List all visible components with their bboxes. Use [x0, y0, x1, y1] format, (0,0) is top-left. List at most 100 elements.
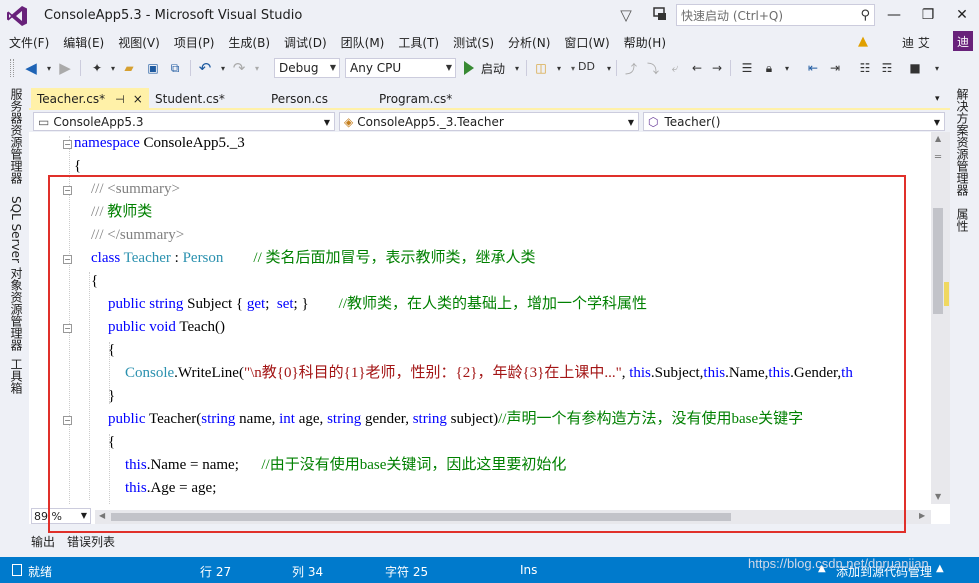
redo-icon[interactable]: ↷ — [230, 59, 248, 77]
menu-debug[interactable]: 调试(D) — [279, 34, 332, 51]
vertical-scrollbar[interactable] — [931, 132, 950, 504]
configuration-value: Debug — [279, 61, 319, 75]
lock-icon[interactable]: 🔒︎ — [760, 59, 778, 77]
tab-person-cs[interactable]: Person.cs — [265, 88, 373, 110]
menu-view[interactable]: 视图(V) — [113, 34, 165, 51]
feedback-icon[interactable] — [646, 4, 672, 26]
left-tool-window-strip: 服务器资源管理器 SQL Server 对象资源管理器 工具箱 — [0, 86, 29, 554]
tab-program-cs[interactable]: Program.cs* — [373, 88, 493, 110]
properties-tab[interactable]: 属性 — [954, 208, 971, 232]
menu-file[interactable]: 文件(F) — [4, 34, 54, 51]
standard-toolbar: ◀ ▾ ▶ ✦ ▾ ▰ ▣ ⧉ ↶ ▾ ↷ ▾ Debug ▼ Any CPU … — [0, 53, 979, 83]
window-title: ConsoleApp5.3 - Microsoft Visual Studio — [44, 8, 303, 23]
menu-project[interactable]: 项目(P) — [169, 34, 220, 51]
browser-link-icon[interactable]: ◫ — [532, 59, 550, 77]
close-icon[interactable]: × — [133, 92, 143, 106]
tab-student-cs[interactable]: Student.cs* — [149, 88, 265, 110]
chevron-down-icon: ▼ — [933, 118, 940, 127]
code-text: ConsoleApp5._3 — [139, 135, 245, 151]
visual-studio-window: ConsoleApp5.3 - Microsoft Visual Studio … — [0, 0, 979, 583]
platform-select[interactable]: Any CPU ▼ — [345, 58, 456, 78]
uncomment-icon[interactable]: ☶ — [878, 59, 896, 77]
output-tab[interactable]: 输出 — [31, 533, 55, 550]
menu-window[interactable]: 窗口(W) — [559, 34, 614, 51]
tab-label: Person.cs — [271, 92, 328, 106]
toolbox-tab[interactable]: 工具箱 — [8, 358, 25, 394]
error-list-tab[interactable]: 错误列表 — [67, 533, 115, 550]
project-value: ConsoleApp5.3 — [53, 114, 144, 129]
bookmark-icon[interactable]: ■ — [906, 59, 924, 77]
toolbar-separator — [730, 60, 731, 76]
restore-button[interactable]: ❐ — [911, 0, 945, 30]
scroll-up-icon[interactable]: ▲ — [935, 134, 941, 143]
step-out-icon[interactable]: ⤶ — [666, 59, 684, 77]
comment-lines-icon[interactable]: ☰ — [738, 59, 756, 77]
step-over-icon[interactable]: ⤴ — [622, 59, 640, 77]
split-handle-icon[interactable]: ═ — [935, 152, 941, 163]
chevron-down-icon: ▼ — [445, 63, 452, 72]
status-ready-icon — [12, 564, 22, 576]
step-into-icon[interactable]: ⤵ — [644, 59, 662, 77]
member-dropdown[interactable]: ⬡ Teacher() ▼ — [643, 112, 945, 131]
start-button-label[interactable]: 启动 — [481, 60, 505, 77]
status-row: 行 27 — [200, 565, 232, 579]
warning-icon[interactable]: ▲ — [858, 34, 868, 49]
collapse-toggle-icon[interactable]: − — [63, 140, 72, 149]
menu-build[interactable]: 生成(B) — [223, 34, 275, 51]
visual-studio-logo-icon — [7, 6, 27, 26]
right-tool-window-strip: 解决方案资源管理器 属性 — [950, 86, 979, 554]
configuration-select[interactable]: Debug ▼ — [274, 58, 340, 78]
menu-team[interactable]: 团队(M) — [336, 34, 390, 51]
menu-analyze[interactable]: 分析(N) — [503, 34, 555, 51]
outdent-icon[interactable]: ⇤ — [804, 59, 822, 77]
project-dropdown[interactable]: ▭ ConsoleApp5.3 ▼ — [33, 112, 335, 131]
undo-icon[interactable]: ↶ — [196, 59, 214, 77]
notification-filter-icon[interactable]: ▽ — [612, 4, 640, 26]
arrow-right-icon[interactable]: → — [708, 59, 726, 77]
toolbar-separator — [190, 60, 191, 76]
toolbar-overflow-icon[interactable]: ▾ — [928, 59, 946, 77]
tab-teacher-cs[interactable]: Teacher.cs* ⊣ × — [31, 88, 149, 110]
solution-explorer-tab[interactable]: 解决方案资源管理器 — [954, 88, 971, 196]
status-char: 字符 25 — [385, 565, 429, 579]
type-dropdown[interactable]: ◈ ConsoleApp5._3.Teacher ▼ — [339, 112, 639, 131]
menu-help[interactable]: 帮助(H) — [619, 34, 671, 51]
dropdown-arrow-icon[interactable]: ▾ — [248, 59, 266, 77]
sql-server-explorer-tab[interactable]: SQL Server 对象资源管理器 — [8, 196, 25, 351]
dropdown-arrow-icon[interactable]: ▾ — [508, 59, 526, 77]
quick-launch-input[interactable]: 快速启动 (Ctrl+Q) ⚲ — [676, 4, 875, 26]
open-file-icon[interactable]: ▰ — [120, 59, 138, 77]
vertical-scroll-thumb[interactable] — [933, 208, 943, 314]
navigate-forward-icon[interactable]: ▶ — [56, 59, 74, 77]
save-icon[interactable]: ▣ — [144, 59, 162, 77]
arrow-left-icon[interactable]: ← — [688, 59, 706, 77]
scroll-right-icon[interactable]: ▶ — [919, 511, 925, 520]
member-value: Teacher() — [664, 114, 721, 129]
toolbar-grip[interactable] — [10, 59, 14, 77]
server-explorer-tab[interactable]: 服务器资源管理器 — [8, 88, 25, 184]
save-all-icon[interactable]: ⧉ — [166, 59, 184, 77]
close-button[interactable]: ✕ — [945, 0, 979, 30]
method-icon: ⬡ — [648, 114, 659, 129]
menu-test[interactable]: 测试(S) — [448, 34, 499, 51]
pin-icon[interactable]: ⊣ — [115, 93, 125, 106]
chevron-down-icon: ▼ — [627, 118, 634, 127]
menu-tools[interactable]: 工具(T) — [393, 34, 444, 51]
indent-icon[interactable]: ⇥ — [826, 59, 844, 77]
navigate-back-icon[interactable]: ◀ — [22, 59, 40, 77]
start-icon[interactable] — [464, 61, 474, 75]
user-name[interactable]: 迪 艾 — [902, 34, 930, 51]
minimize-button[interactable]: — — [877, 0, 911, 30]
tab-list-dropdown-icon[interactable]: ▾ — [929, 88, 949, 110]
dropdown-arrow-icon[interactable]: ▾ — [778, 59, 796, 77]
title-bar: ConsoleApp5.3 - Microsoft Visual Studio … — [0, 0, 979, 32]
scroll-down-icon[interactable]: ▼ — [935, 492, 941, 501]
menu-edit[interactable]: 编辑(E) — [58, 34, 109, 51]
bottom-tool-tabs: 输出 错误列表 — [29, 530, 329, 552]
format-document-icon[interactable]: ☷ — [856, 59, 874, 77]
navigation-bar: ▭ ConsoleApp5.3 ▼ ◈ ConsoleApp5._3.Teach… — [29, 110, 950, 132]
chevron-up-icon[interactable]: ▲ — [936, 563, 944, 574]
layout-label[interactable]: DD — [578, 60, 595, 73]
avatar[interactable]: 迪 — [953, 31, 973, 51]
platform-value: Any CPU — [350, 61, 402, 75]
